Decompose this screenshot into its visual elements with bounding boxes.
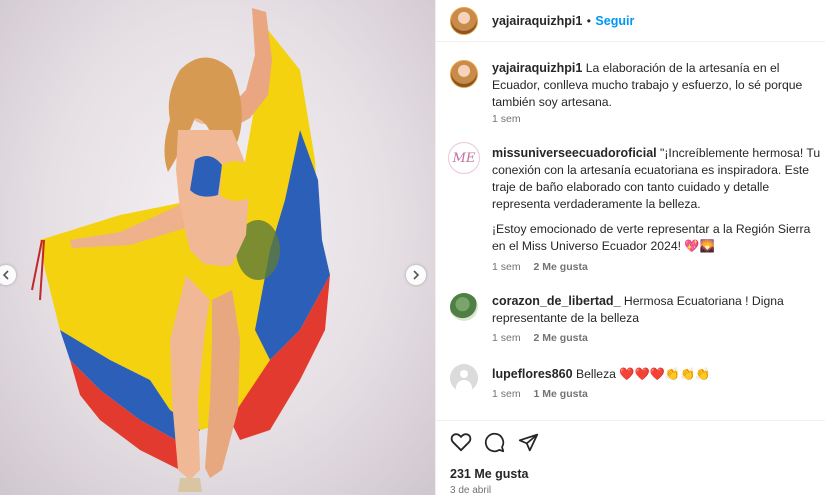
- comment-meta: 1 sem 2 Me gusta: [492, 261, 598, 273]
- chevron-left-icon: [2, 270, 9, 280]
- divider: [436, 420, 825, 421]
- chevron-right-icon: [413, 270, 420, 280]
- comment-time[interactable]: 1 sem: [492, 261, 521, 273]
- comment-avatar[interactable]: [450, 364, 478, 392]
- comment-likes[interactable]: 2 Me gusta: [534, 332, 588, 344]
- send-icon[interactable]: [518, 432, 539, 453]
- comment-icon[interactable]: [484, 432, 505, 453]
- heart-icon[interactable]: [450, 432, 472, 452]
- post-date: 3 de abril: [450, 485, 492, 496]
- comment-item: lupeflores860 Belleza ❤️❤️❤️👏👏👏: [492, 366, 822, 383]
- caption-time[interactable]: 1 sem: [492, 113, 521, 125]
- comment-item: missuniverseecuadoroficial "¡Increíbleme…: [492, 145, 822, 255]
- post-details-panel: yajairaquizhpi1 • Seguir yajairaquizhpi1…: [435, 0, 825, 496]
- comment-text: Belleza ❤️❤️❤️👏👏👏: [575, 367, 711, 381]
- comment-username[interactable]: lupeflores860: [492, 367, 573, 381]
- comment-avatar[interactable]: [450, 293, 478, 321]
- comment-avatar[interactable]: ME: [448, 142, 480, 174]
- comment-likes[interactable]: 1 Me gusta: [534, 388, 588, 400]
- comment-item: corazon_de_libertad_ Hermosa Ecuatoriana…: [492, 293, 822, 327]
- post-photo-illustration: [31, 8, 330, 492]
- comment-time[interactable]: 1 sem: [492, 332, 521, 344]
- author-username[interactable]: yajairaquizhpi1: [492, 14, 582, 28]
- caption: yajairaquizhpi1 La elaboración de la art…: [492, 60, 822, 111]
- caption-avatar[interactable]: [450, 60, 478, 88]
- next-image-button[interactable]: [406, 265, 426, 285]
- comment-meta: 1 sem 1 Me gusta: [492, 388, 598, 400]
- author-avatar[interactable]: [450, 7, 478, 35]
- likes-count[interactable]: 231 Me gusta: [450, 467, 529, 481]
- comment-meta: 1 sem 2 Me gusta: [492, 332, 598, 344]
- comment-username[interactable]: missuniverseecuadoroficial: [492, 146, 657, 160]
- post-image: [0, 0, 435, 495]
- comment-likes[interactable]: 2 Me gusta: [534, 261, 588, 273]
- comment-text-continued: ¡Estoy emocionado de verte representar a…: [492, 222, 811, 253]
- comment-username[interactable]: corazon_de_libertad_: [492, 294, 621, 308]
- separator-dot: •: [586, 14, 591, 28]
- follow-button[interactable]: Seguir: [595, 14, 634, 28]
- caption-meta: 1 sem: [492, 113, 531, 125]
- author-line: yajairaquizhpi1 • Seguir: [492, 12, 634, 30]
- caption-username[interactable]: yajairaquizhpi1: [492, 61, 582, 75]
- comment-time[interactable]: 1 sem: [492, 388, 521, 400]
- post-header: yajairaquizhpi1 • Seguir: [436, 0, 825, 42]
